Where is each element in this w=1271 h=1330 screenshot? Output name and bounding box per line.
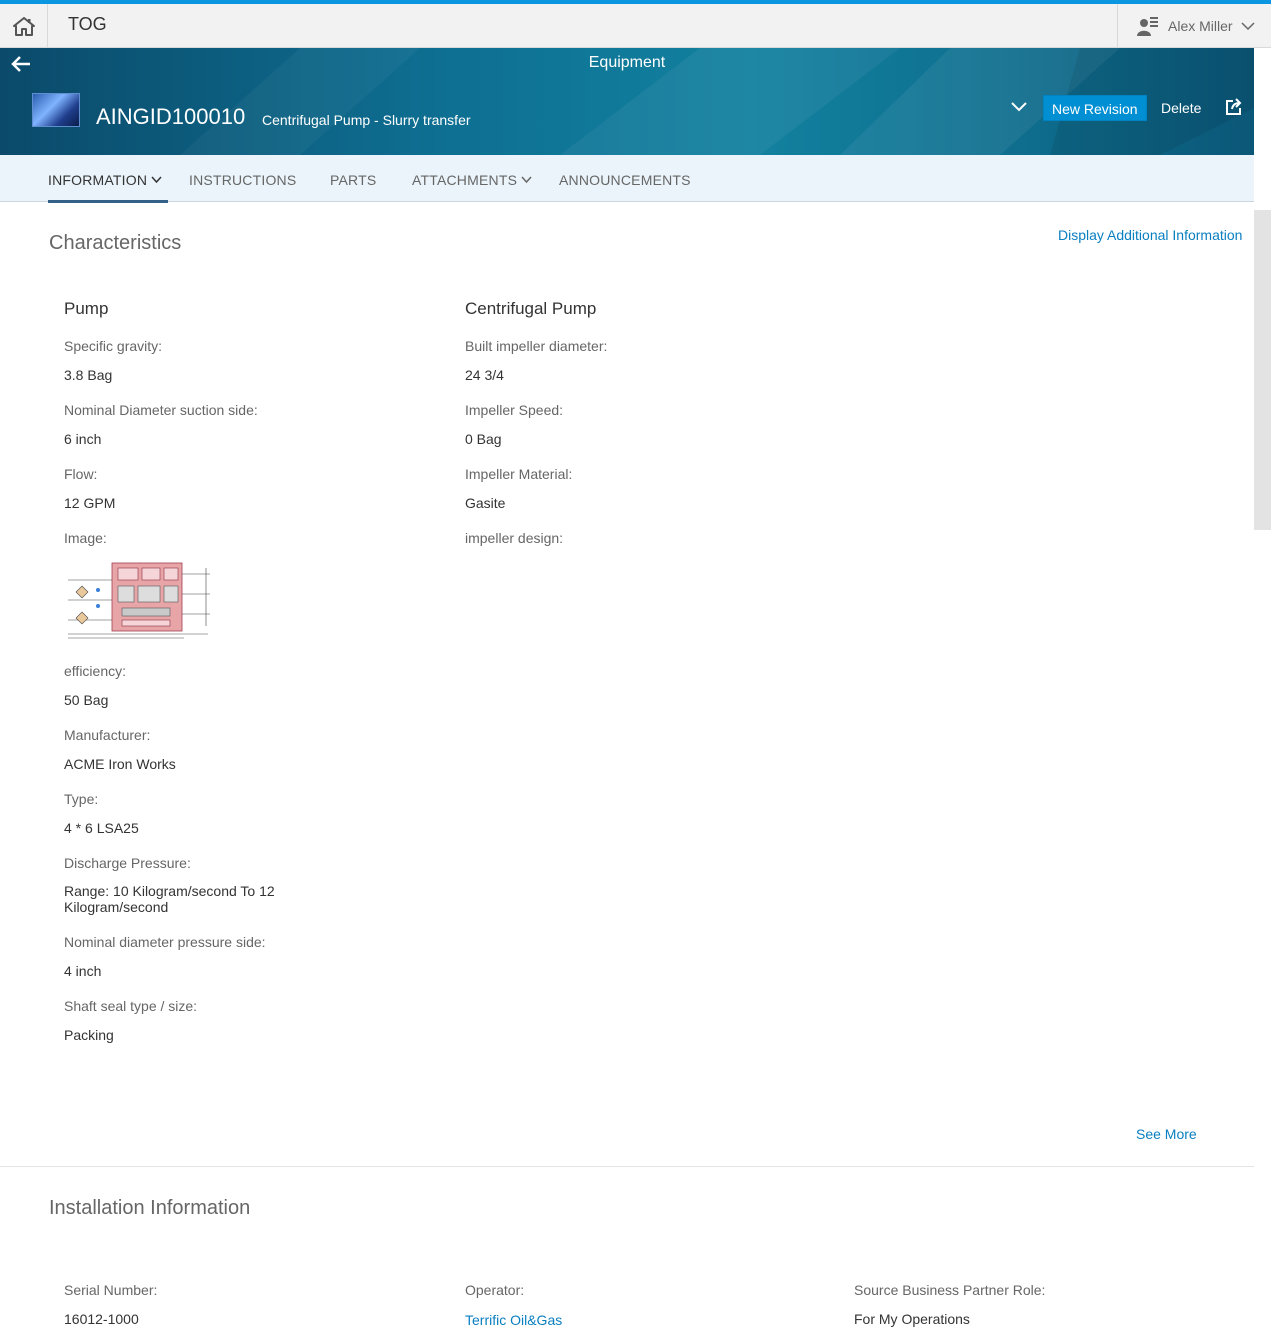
home-button[interactable] xyxy=(0,4,48,48)
field-value: 4 * 6 LSA25 xyxy=(64,820,139,836)
page-title: Equipment xyxy=(588,54,666,71)
field-value: Range: 10 Kilogram/second To 12 xyxy=(64,883,275,899)
field-label: Built impeller diameter: xyxy=(465,338,608,354)
equipment-thumbnail xyxy=(32,93,80,127)
field-label: Operator: xyxy=(465,1282,525,1298)
chevron-down-icon xyxy=(1241,22,1255,31)
field-label: Nominal Diameter suction side: xyxy=(64,402,258,418)
field-label: Impeller Speed: xyxy=(465,402,564,418)
see-more-link[interactable]: See More xyxy=(1136,1126,1197,1142)
tab-announcements-label: ANNOUNCEMENTS xyxy=(559,172,691,188)
field-label: Flow: xyxy=(64,466,98,482)
serial-number-value: 16012-1000 xyxy=(64,1311,139,1327)
tab-bar: INFORMATION INSTRUCTIONS PARTS ATTACHMEN… xyxy=(0,155,1254,202)
user-icon xyxy=(1137,17,1158,36)
field-value: 4 inch xyxy=(64,963,102,979)
installation-title: Installation Information xyxy=(49,1197,251,1219)
delete-button[interactable]: Delete xyxy=(1161,100,1201,116)
characteristics-title: Characteristics xyxy=(49,232,182,254)
object-id: AINGID100010 xyxy=(96,104,246,129)
share-icon[interactable] xyxy=(1225,98,1243,116)
field-label: efficiency: xyxy=(64,663,126,679)
field-label: Shaft seal type / size: xyxy=(64,998,198,1014)
object-header: Equipment AINGID100010 Centrifugal Pump … xyxy=(0,48,1254,155)
tab-parts[interactable]: PARTS xyxy=(330,172,376,188)
field-label: Source Business Partner Role: xyxy=(854,1282,1046,1298)
field-value: 24 3/4 xyxy=(465,367,504,383)
section-divider xyxy=(0,1166,1254,1167)
tab-attachments[interactable]: ATTACHMENTS xyxy=(412,172,532,188)
object-subtitle: Centrifugal Pump - Slurry transfer xyxy=(262,112,471,128)
field-value: 3.8 Bag xyxy=(64,367,113,383)
shell-bar: TOG Alex Miller xyxy=(0,4,1271,48)
tab-announcements[interactable]: ANNOUNCEMENTS xyxy=(559,172,691,188)
app-title: TOG xyxy=(68,14,107,34)
field-label: Impeller Material: xyxy=(465,466,573,482)
field-label: Nominal diameter pressure side: xyxy=(64,934,266,950)
pump-schematic-image[interactable] xyxy=(64,560,214,644)
active-tab-indicator xyxy=(48,200,168,203)
home-icon xyxy=(12,17,35,36)
field-value: 12 GPM xyxy=(64,495,116,511)
field-value: 0 Bag xyxy=(465,431,502,447)
field-label: Specific gravity: xyxy=(64,338,163,354)
field-label: Image: xyxy=(64,530,107,546)
chevron-down-icon xyxy=(151,176,162,184)
tab-instructions-label: INSTRUCTIONS xyxy=(189,172,297,188)
chevron-down-icon xyxy=(521,176,532,184)
user-name: Alex Miller xyxy=(1168,18,1233,34)
field-value-continued: Kilogram/second xyxy=(64,899,169,915)
display-additional-info-link[interactable]: Display Additional Information xyxy=(1058,227,1242,243)
field-value: 50 Bag xyxy=(64,692,109,708)
tab-attachments-label: ATTACHMENTS xyxy=(412,172,518,188)
field-label: Serial Number: xyxy=(64,1282,158,1298)
tab-parts-label: PARTS xyxy=(330,172,377,188)
tab-information-label: INFORMATION xyxy=(48,172,148,188)
field-value: ACME Iron Works xyxy=(64,756,176,772)
scrollbar[interactable] xyxy=(1254,210,1271,530)
pump-group-title: Pump xyxy=(64,299,109,318)
field-label: Type: xyxy=(64,791,99,807)
header-expand-chevron-icon[interactable] xyxy=(1010,100,1028,114)
field-label: Discharge Pressure: xyxy=(64,855,191,871)
user-menu[interactable]: Alex Miller xyxy=(1117,4,1271,48)
field-value: Gasite xyxy=(465,495,506,511)
new-revision-button[interactable]: New Revision xyxy=(1043,95,1147,121)
centrifugal-group-title: Centrifugal Pump xyxy=(465,299,597,318)
partner-role-value: For My Operations xyxy=(854,1311,970,1327)
field-value: Packing xyxy=(64,1027,114,1043)
operator-link[interactable]: Terrific Oil&Gas xyxy=(465,1312,562,1328)
field-value: 6 inch xyxy=(64,431,102,447)
field-label: impeller design: xyxy=(465,530,564,546)
tab-instructions[interactable]: INSTRUCTIONS xyxy=(189,172,296,188)
field-label: Manufacturer: xyxy=(64,727,151,743)
tab-information[interactable]: INFORMATION xyxy=(48,172,162,188)
